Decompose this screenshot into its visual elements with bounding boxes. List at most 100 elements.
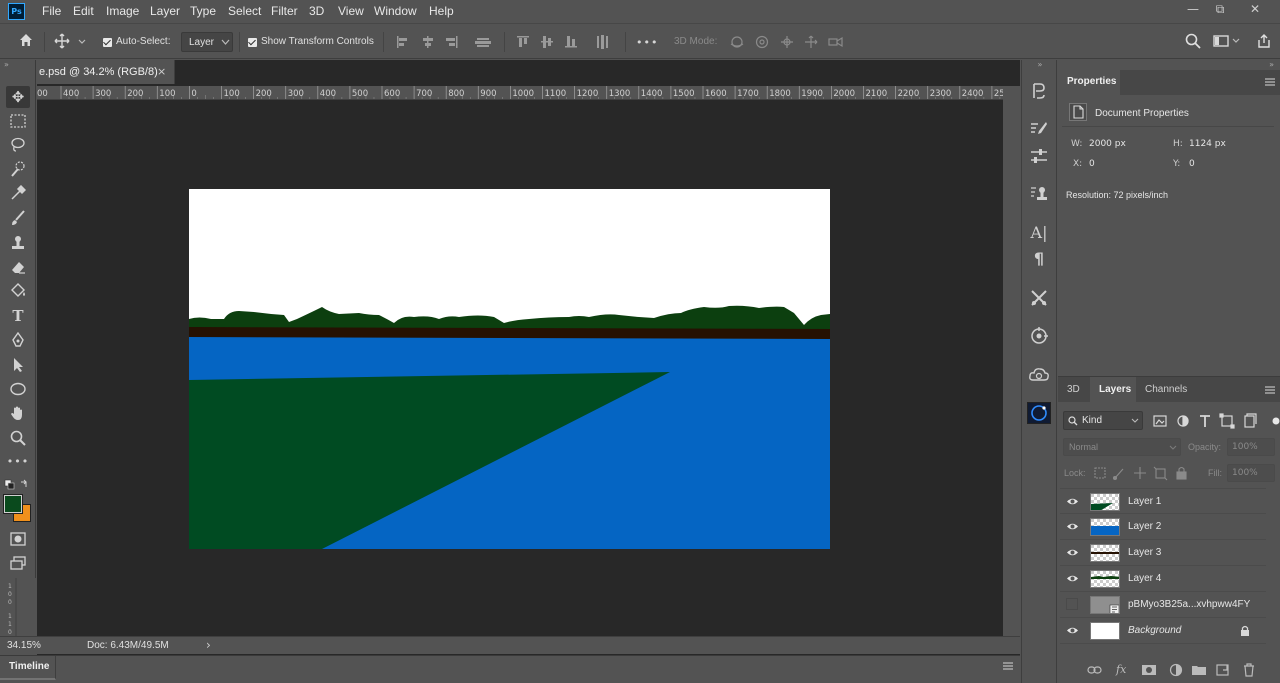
collapse-toolbar-icon[interactable]: » [4, 60, 32, 69]
close-window-button[interactable]: ✕ [1244, 2, 1266, 18]
canvas[interactable] [189, 189, 830, 549]
menu-edit[interactable]: Edit [73, 4, 94, 18]
edit-toolbar-icon[interactable]: ••• [6, 451, 30, 473]
svg-text:0: 0 [8, 591, 12, 598]
menu-layer[interactable]: Layer [150, 4, 180, 18]
width-value[interactable]: 2000 px [1089, 139, 1126, 149]
y-value[interactable]: 0 [1189, 159, 1195, 169]
pen-tool-icon[interactable] [6, 329, 30, 351]
layer-name: Background [1128, 625, 1182, 636]
tools-preset-icon[interactable] [1028, 287, 1050, 309]
menu-type[interactable]: Type [190, 4, 216, 18]
panel-menu-icon[interactable] [1002, 661, 1014, 671]
default-swap-colors-icon[interactable] [4, 479, 30, 491]
collapse-panels-icon[interactable]: » [1024, 60, 1056, 69]
properties-tab[interactable]: Properties [1058, 70, 1120, 95]
history-icon[interactable] [1028, 80, 1050, 102]
visibility-eye-icon[interactable] [1066, 572, 1079, 585]
visibility-eye-icon[interactable] [1066, 624, 1079, 637]
restore-button[interactable]: ⧉ [1209, 2, 1231, 18]
tab-channels[interactable]: Channels [1145, 384, 1187, 395]
more-options-button[interactable]: ••• [636, 36, 658, 49]
menu-help[interactable]: Help [429, 4, 454, 18]
path-selection-tool-icon[interactable] [6, 354, 30, 376]
menu-filter[interactable]: Filter [271, 4, 298, 18]
adjustments-icon[interactable] [1028, 145, 1050, 167]
hand-tool-icon[interactable] [6, 402, 30, 424]
workspace-switcher-icon[interactable] [1212, 33, 1242, 51]
group-icon[interactable] [1189, 662, 1209, 678]
brush-tool-icon[interactable] [6, 207, 30, 229]
tab-3d[interactable]: 3D [1067, 384, 1080, 395]
move-tool-preset-icon[interactable] [54, 33, 86, 51]
foreground-color-swatch[interactable] [3, 494, 23, 514]
layer-row[interactable]: Layer 4 [1060, 566, 1266, 592]
stamp-tool-icon[interactable] [6, 232, 30, 254]
marquee-tool-icon[interactable] [6, 110, 30, 132]
trash-icon[interactable] [1239, 662, 1259, 678]
minimize-button[interactable]: — [1182, 2, 1204, 18]
visibility-eye-icon[interactable] [1066, 495, 1079, 508]
adjustment-icon[interactable] [1166, 662, 1186, 678]
stamp-presets-icon[interactable] [1028, 183, 1050, 205]
show-transform-checkbox[interactable] [248, 38, 257, 47]
menu-3d[interactable]: 3D [309, 4, 324, 18]
navigator-icon[interactable] [1028, 325, 1050, 347]
brush-settings-icon[interactable] [1028, 118, 1050, 140]
layer-row[interactable]: Layer 1 [1060, 488, 1266, 514]
menu-window[interactable]: Window [374, 4, 417, 18]
fill-field[interactable]: 100% [1227, 464, 1275, 482]
zoom-tool-icon[interactable] [6, 427, 30, 449]
learn-panel-icon[interactable] [1027, 402, 1051, 424]
move-tool-icon[interactable]: ✥ [6, 86, 30, 108]
auto-select-dropdown[interactable]: Layer [181, 32, 233, 52]
eraser-tool-icon[interactable] [6, 256, 30, 278]
visibility-eye-icon[interactable] [1066, 546, 1079, 559]
new-layer-icon[interactable] [1213, 662, 1233, 678]
layer-filter-kind[interactable]: Kind [1063, 411, 1143, 430]
screen-mode-icon[interactable] [6, 552, 30, 574]
paragraph-icon[interactable]: ¶ [1028, 248, 1050, 270]
layer-row[interactable]: Layer 3 [1060, 540, 1266, 566]
search-icon[interactable] [1184, 33, 1202, 51]
lasso-tool-icon[interactable] [6, 134, 30, 156]
paint-bucket-tool-icon[interactable] [6, 280, 30, 302]
status-menu-arrow[interactable]: › [206, 638, 211, 652]
panel-menu-icon[interactable] [1264, 77, 1276, 87]
home-icon[interactable] [14, 32, 38, 52]
height-value[interactable]: 1124 px [1189, 139, 1226, 149]
layer-filter-icons [1152, 413, 1280, 429]
quick-selection-tool-icon[interactable] [6, 158, 30, 180]
auto-select-checkbox[interactable] [103, 38, 112, 47]
eyedropper-tool-icon[interactable] [6, 182, 30, 204]
collapse-properties-icon[interactable]: » [1058, 60, 1280, 70]
vertical-scrollbar[interactable] [1003, 86, 1020, 636]
menu-file[interactable]: File [42, 4, 61, 18]
quick-mask-icon[interactable] [6, 528, 30, 550]
menu-image[interactable]: Image [106, 4, 139, 18]
share-icon[interactable] [1254, 33, 1274, 51]
mask-icon[interactable] [1139, 662, 1159, 678]
fx-icon[interactable]: fx [1116, 663, 1126, 676]
close-document-icon[interactable]: × [157, 65, 166, 78]
layer-row[interactable]: pBMyo3B25a...xvhpww4FY [1060, 592, 1266, 618]
layer-row[interactable]: Background [1060, 618, 1266, 644]
x-value[interactable]: 0 [1089, 159, 1095, 169]
hidden-visibility-toggle[interactable] [1066, 598, 1078, 610]
zoom-level[interactable]: 34.15% [7, 640, 41, 651]
panel-menu-icon[interactable] [1264, 385, 1276, 395]
svg-text:1: 1 [8, 621, 12, 628]
menu-select[interactable]: Select [228, 4, 261, 18]
type-tool-icon[interactable]: T [6, 305, 30, 327]
character-icon[interactable]: A| [1028, 222, 1050, 244]
document-tab[interactable]: e.psd @ 34.2% (RGB/8) × [37, 60, 175, 84]
visibility-eye-icon[interactable] [1066, 520, 1079, 533]
blend-mode-dropdown[interactable]: Normal [1063, 438, 1181, 456]
menu-view[interactable]: View [338, 4, 364, 18]
opacity-field[interactable]: 100% [1227, 438, 1275, 456]
tab-layers[interactable]: Layers [1090, 377, 1136, 402]
layer-row[interactable]: Layer 2 [1060, 514, 1266, 540]
libraries-icon[interactable] [1028, 364, 1050, 386]
ellipse-tool-icon[interactable] [6, 378, 30, 400]
link-icon[interactable] [1085, 662, 1105, 678]
